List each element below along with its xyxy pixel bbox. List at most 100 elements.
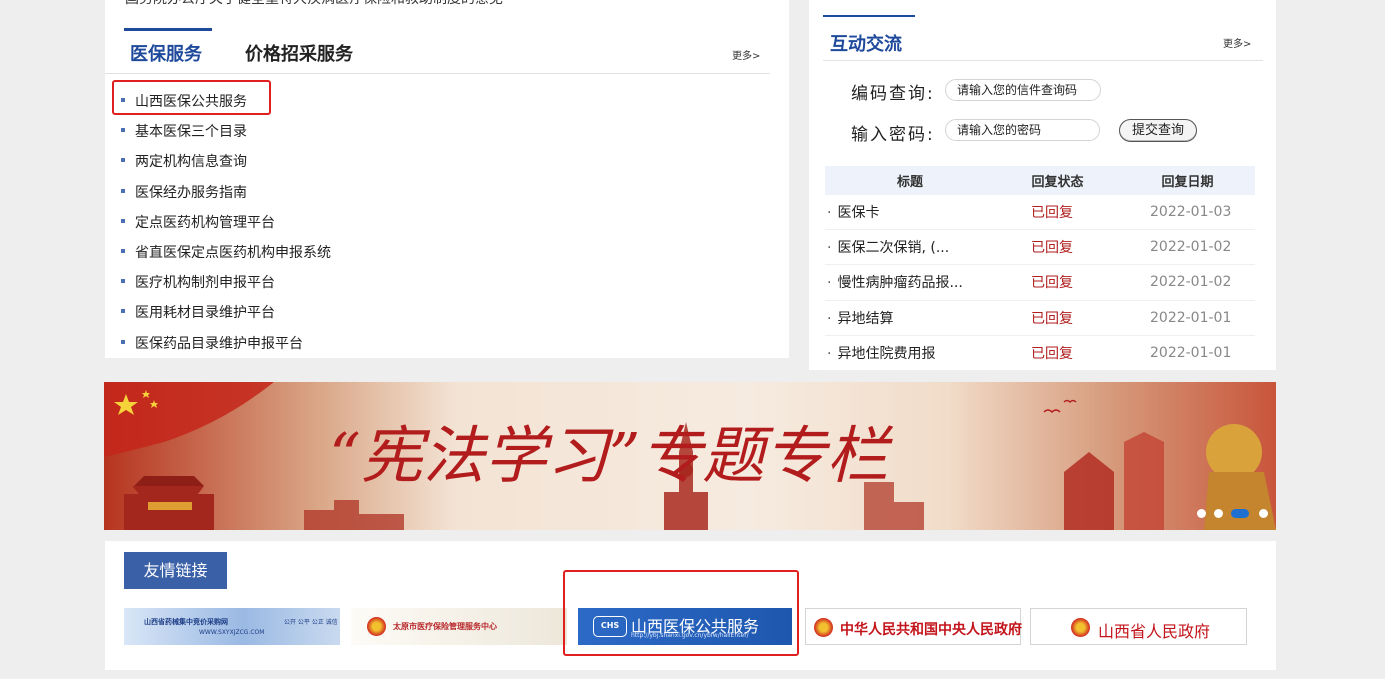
carousel-dot[interactable] <box>1214 509 1223 518</box>
link-name: 山西省药械集中竞价采购网 <box>144 617 228 626</box>
link-drug-procurement[interactable]: 山西省药械集中竞价采购网 WWW.SXYXJZCG.COM 公开 公平 公正 诚… <box>124 608 340 645</box>
service-item-label[interactable]: 医保经办服务指南 <box>135 185 247 201</box>
link-name: 山西省人民政府 <box>1098 622 1211 641</box>
news-date: 2021-11-22 <box>684 0 765 4</box>
carousel-dot[interactable] <box>1197 509 1206 518</box>
row-date: 2022-01-01 <box>1150 344 1232 361</box>
more-link[interactable]: 更多> <box>1223 35 1251 50</box>
row-title-text[interactable]: 医保卡 <box>837 205 879 221</box>
service-item-label[interactable]: 医疗机构制剂申报平台 <box>135 275 275 291</box>
dot-icon: · <box>827 205 832 222</box>
bullet-icon <box>121 128 125 133</box>
service-item-label[interactable]: 医用耗材目录维护平台 <box>135 305 275 321</box>
service-item-label[interactable]: 基本医保三个目录 <box>135 124 247 140</box>
bullet-icon <box>121 339 125 344</box>
bullet-icon <box>121 309 125 314</box>
bullet-icon <box>121 218 125 223</box>
row-title[interactable]: · 医保卡 <box>825 202 995 222</box>
letter-code-input[interactable]: 请输入您的信件查询码 <box>945 79 1101 101</box>
link-taiyuan-insurance-center[interactable]: 太原市医疗保险管理服务中心 <box>351 608 567 645</box>
service-item[interactable]: 医保药品目录维护申报平台 <box>121 331 331 361</box>
service-item-label[interactable]: 定点医药机构管理平台 <box>135 215 275 231</box>
constitution-banner[interactable]: “宪法学习”专题专栏 <box>104 382 1276 530</box>
carousel-dot-active[interactable] <box>1231 509 1249 518</box>
table-row[interactable]: · 异地住院费用报 已回复 2022-01-01 <box>825 336 1255 371</box>
row-title[interactable]: · 医保二次保销, (... <box>825 237 995 257</box>
service-item[interactable]: 基本医保三个目录 <box>121 119 331 149</box>
table-header: 标题 回复状态 回复日期 <box>825 166 1255 195</box>
highlight-box <box>112 80 271 115</box>
national-emblem-icon <box>367 617 386 636</box>
table-row[interactable]: · 医保二次保销, (... 已回复 2022-01-02 <box>825 230 1255 266</box>
header-date: 回复日期 <box>1161 175 1214 190</box>
code-query-label: 编码查询: <box>851 84 935 104</box>
divider <box>105 73 770 74</box>
news-item[interactable]: 国务院办公厅关于健全重特大疾病医疗保险和救助制度的意见 2021-11-22 <box>115 0 775 8</box>
link-name: 中华人民共和国中央人民政府 <box>840 622 1022 638</box>
table-row[interactable]: · 医保卡 已回复 2022-01-03 <box>825 195 1255 231</box>
service-item[interactable]: 省直医保定点医药机构申报系统 <box>121 240 331 270</box>
banner-art: “宪法学习”专题专栏 <box>104 382 1276 530</box>
letters-table: 标题 回复状态 回复日期 · 医保卡 已回复 2022-01-03 · 医保二次保销… <box>825 166 1255 371</box>
tab-medical-insurance-services[interactable]: 医保服务 <box>130 40 202 66</box>
service-panel: 国务院办公厅关于健全重特大疾病医疗保险和救助制度的意见 2021-11-22 医… <box>105 0 789 358</box>
link-central-government[interactable]: 中华人民共和国中央人民政府 <box>805 608 1022 645</box>
more-link[interactable]: 更多> <box>732 47 760 62</box>
friendly-links-title: 友情链接 <box>124 552 227 589</box>
service-item[interactable]: 两定机构信息查询 <box>121 149 331 179</box>
row-status: 已回复 <box>1031 310 1073 327</box>
link-url: WWW.SXYXJZCG.COM <box>199 629 265 636</box>
bullet-icon <box>121 188 125 193</box>
service-item[interactable]: 定点医药机构管理平台 <box>121 210 331 240</box>
carousel-dot[interactable] <box>1259 509 1268 518</box>
service-item-label[interactable]: 医保药品目录维护申报平台 <box>135 336 303 352</box>
row-title[interactable]: · 慢性病肿瘤药品报... <box>825 272 995 292</box>
national-emblem-icon <box>814 618 833 637</box>
row-date: 2022-01-03 <box>1150 204 1232 221</box>
service-item[interactable]: 医用耗材目录维护平台 <box>121 300 331 330</box>
tab-active-indicator <box>124 28 212 31</box>
row-status: 已回复 <box>1031 275 1073 292</box>
dot-icon: · <box>827 275 832 292</box>
link-name: 太原市医疗保险管理服务中心 <box>393 622 497 631</box>
row-date: 2022-01-02 <box>1150 239 1232 256</box>
flag-shape <box>104 382 274 457</box>
row-status: 已回复 <box>1031 240 1073 257</box>
row-title-text[interactable]: 异地结算 <box>837 311 893 327</box>
service-item-label[interactable]: 两定机构信息查询 <box>135 154 247 170</box>
table-row[interactable]: · 慢性病肿瘤药品报... 已回复 2022-01-02 <box>825 265 1255 301</box>
dot-icon: · <box>827 310 832 327</box>
row-title-text[interactable]: 医保二次保销, (... <box>837 240 949 256</box>
row-date: 2022-01-02 <box>1150 274 1232 291</box>
submit-query-button[interactable]: 提交查询 <box>1119 119 1197 142</box>
service-list: 山西医保公共服务 基本医保三个目录 两定机构信息查询 医保经办服务指南 定点医药… <box>121 89 331 361</box>
highlight-box <box>563 570 799 656</box>
row-title[interactable]: · 异地住院费用报 <box>825 343 995 363</box>
banner-title: “宪法学习”专题专栏 <box>329 419 893 492</box>
header-status: 回复状态 <box>1031 175 1084 190</box>
password-input[interactable]: 请输入您的密码 <box>945 119 1100 141</box>
national-emblem-icon <box>1071 618 1090 637</box>
service-item[interactable]: 医保经办服务指南 <box>121 180 331 210</box>
row-title[interactable]: · 异地结算 <box>825 308 995 328</box>
divider <box>823 60 1263 61</box>
news-title[interactable]: 国务院办公厅关于健全重特大疾病医疗保险和救助制度的意见 <box>125 0 503 8</box>
table-row[interactable]: · 异地结算 已回复 2022-01-01 <box>825 301 1255 336</box>
service-item[interactable]: 医疗机构制剂申报平台 <box>121 270 331 300</box>
roof-shape <box>134 476 204 486</box>
plaque-shape <box>148 502 192 510</box>
section-title: 互动交流 <box>830 34 902 55</box>
row-title-text[interactable]: 异地住院费用报 <box>837 346 935 362</box>
row-date: 2022-01-01 <box>1150 309 1232 326</box>
link-shanxi-government[interactable]: 山西省人民政府 <box>1030 608 1247 645</box>
link-slogan: 公开 公平 公正 诚信 <box>284 619 338 626</box>
service-item-label[interactable]: 省直医保定点医药机构申报系统 <box>135 245 331 261</box>
bullet-icon <box>121 158 125 163</box>
bullet-icon <box>121 248 125 253</box>
lion-head-shape <box>1206 424 1262 480</box>
header-title: 标题 <box>896 175 923 190</box>
row-title-text[interactable]: 慢性病肿瘤药品报... <box>837 275 962 291</box>
dot-icon: · <box>827 345 832 362</box>
tab-price-procurement-services[interactable]: 价格招采服务 <box>245 40 353 66</box>
row-status: 已回复 <box>1031 205 1073 222</box>
